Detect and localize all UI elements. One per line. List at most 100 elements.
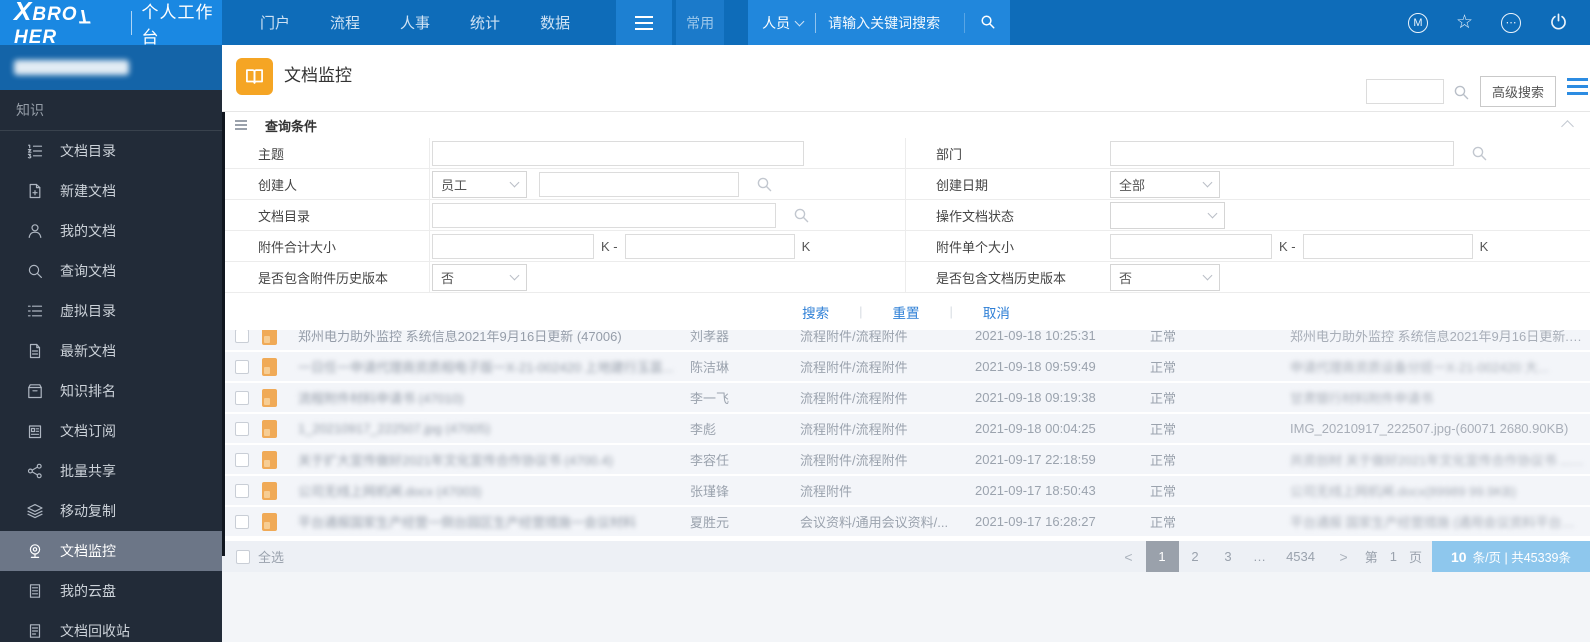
- query-conditions-title: 查询条件: [265, 116, 317, 135]
- doc-history-select[interactable]: 否: [1110, 264, 1220, 291]
- att-single-max-input[interactable]: [1303, 234, 1473, 259]
- table-row[interactable]: 公司无线上网机闸.docx (47003) 张瑾锋 流程附件 2021-09-1…: [222, 476, 1590, 505]
- create-date-select[interactable]: 全部: [1110, 171, 1220, 198]
- global-search-input[interactable]: 请输入关键词搜索: [828, 13, 948, 33]
- view-options-icon[interactable]: [1567, 78, 1588, 95]
- row-checkbox[interactable]: [235, 360, 249, 374]
- page-jump-number[interactable]: 1: [1390, 549, 1397, 564]
- doc-dir-search-icon[interactable]: [792, 206, 810, 224]
- doc-attachment: 郑州电力助外监控 系统信息2021年9月16日更新.xlsx(...: [1290, 330, 1590, 345]
- att-total-max-input[interactable]: [625, 234, 795, 259]
- doc-title[interactable]: 关于扩大宣传做好2021年文化宣传合作协议书 (4700.4): [298, 450, 690, 469]
- row-checkbox[interactable]: [235, 453, 249, 467]
- search-button[interactable]: 搜索: [802, 302, 829, 322]
- row-checkbox[interactable]: [235, 515, 249, 529]
- collapse-chevron-icon[interactable]: [1561, 120, 1574, 133]
- chevron-down-icon: [1203, 271, 1213, 281]
- table-row[interactable]: 郑州电力助外监控 系统信息2021年9月16日更新 (47006) 刘孝器 流程…: [222, 330, 1590, 350]
- power-icon[interactable]: [1549, 12, 1568, 34]
- subject-input[interactable]: [432, 141, 804, 166]
- page-button-3[interactable]: 3: [1212, 541, 1245, 572]
- common-menu-button[interactable]: 常用: [676, 0, 724, 45]
- doc-status-select[interactable]: [1110, 202, 1225, 229]
- sidebar-item-虚拟目录[interactable]: 虚拟目录: [0, 291, 222, 331]
- search-icon: [979, 13, 996, 33]
- m-badge-icon[interactable]: M: [1408, 13, 1428, 33]
- creator-input[interactable]: [539, 172, 739, 197]
- row-checkbox[interactable]: [235, 484, 249, 498]
- doc-dir-input[interactable]: [432, 203, 776, 228]
- cancel-button[interactable]: 取消: [983, 302, 1010, 322]
- search-category-dropdown[interactable]: 人员: [762, 13, 803, 33]
- sidebar-item-新建文档[interactable]: 新建文档: [0, 171, 222, 211]
- att-history-select[interactable]: 否: [432, 264, 527, 291]
- apps-menu-button[interactable]: [616, 0, 672, 45]
- nav-item-stats[interactable]: 统计: [450, 0, 520, 45]
- sidebar-item-label: 文档回收站: [60, 621, 130, 641]
- nav-item-portal[interactable]: 门户: [240, 0, 310, 45]
- table-row[interactable]: 关于扩大宣传做好2021年文化宣传合作协议书 (4700.4) 李容任 流程附件…: [222, 445, 1590, 474]
- prev-page-button[interactable]: <: [1111, 549, 1145, 565]
- sidebar-item-批量共享[interactable]: 批量共享: [0, 451, 222, 491]
- per-page-selector[interactable]: 10 条/页 | 共45339条: [1432, 541, 1590, 572]
- favorite-star-icon[interactable]: ☆: [1456, 13, 1473, 32]
- creator-type-select[interactable]: 员工: [432, 171, 527, 198]
- quick-search-input[interactable]: [1366, 79, 1444, 104]
- sidebar-item-文档回收站[interactable]: 文档回收站: [0, 611, 222, 642]
- select-all-checkbox[interactable]: [236, 550, 250, 564]
- range-separator: -: [613, 239, 617, 254]
- sidebar-item-移动复制[interactable]: 移动复制: [0, 491, 222, 531]
- doc-date: 2021-09-17 22:18:59: [975, 452, 1150, 467]
- doc-attachment: IMG_20210917_222507.jpg-(60071 2680.90KB…: [1290, 421, 1590, 436]
- doc-title[interactable]: 一日任一申请代理商资质相电子版一X-21-002420 上地建行玉昙...: [298, 357, 690, 376]
- sidebar-item-我的文档[interactable]: 我的文档: [0, 211, 222, 251]
- row-checkbox[interactable]: [235, 422, 249, 436]
- sidebar-item-文档订阅[interactable]: 文档订阅: [0, 411, 222, 451]
- topbar-right-icons: M ☆ ⋯: [1408, 0, 1590, 45]
- table-row[interactable]: 一日任一申请代理商资质相电子版一X-21-002420 上地建行玉昙... 陈洁…: [222, 352, 1590, 381]
- doc-title[interactable]: 1_20210917_222507.jpg (47005): [298, 421, 690, 436]
- sidebar-item-文档监控[interactable]: 文档监控: [0, 531, 222, 571]
- doc-title[interactable]: 平台通报国家生产经营一倒台园区生产经营措施一会议材料: [298, 512, 690, 531]
- reset-button[interactable]: 重置: [893, 302, 920, 322]
- sidebar-scrollbar[interactable]: [222, 112, 225, 556]
- advanced-search-button[interactable]: 高级搜索: [1480, 76, 1556, 107]
- doc-category: 流程附件: [800, 481, 975, 500]
- row-checkbox[interactable]: [235, 330, 249, 343]
- nav-item-hr[interactable]: 人事: [380, 0, 450, 45]
- sidebar-item-我的云盘[interactable]: 我的云盘: [0, 571, 222, 611]
- global-search-button[interactable]: [964, 13, 996, 33]
- doc-category: 流程附件/流程附件: [800, 357, 975, 376]
- sidebar-user[interactable]: [0, 45, 222, 90]
- more-circle-icon[interactable]: ⋯: [1501, 13, 1521, 33]
- app-logo[interactable]: XXBROTHERBROTHER 个人工作台: [0, 0, 222, 45]
- att-total-min-input[interactable]: [432, 234, 594, 259]
- page-header: 文档监控 高级搜索: [222, 45, 1590, 112]
- user-name-redacted: [14, 60, 129, 75]
- table-row[interactable]: 1_20210917_222507.jpg (47005) 李彪 流程附件/流程…: [222, 414, 1590, 443]
- table-row[interactable]: 平台通报国家生产经营一倒台园区生产经营措施一会议材料 夏胜元 会议资料/通用会议…: [222, 507, 1590, 536]
- page-button-2[interactable]: 2: [1179, 541, 1212, 572]
- nav-item-data[interactable]: 数据: [520, 0, 590, 45]
- doc-title[interactable]: 郑州电力助外监控 系统信息2021年9月16日更新 (47006): [298, 330, 690, 345]
- page-button-1[interactable]: 1: [1146, 541, 1179, 572]
- table-row[interactable]: 流程附件材料申请书 (47010) 李一飞 流程附件/流程附件 2021-09-…: [222, 383, 1590, 412]
- sidebar-item-知识排名[interactable]: 知识排名: [0, 371, 222, 411]
- nav-item-process[interactable]: 流程: [310, 0, 380, 45]
- dept-search-icon[interactable]: [1470, 144, 1488, 162]
- row-checkbox[interactable]: [235, 391, 249, 405]
- doc-date: 2021-09-18 10:25:31: [975, 330, 1150, 343]
- quick-search-icon[interactable]: [1452, 83, 1470, 101]
- sidebar-item-查询文档[interactable]: 查询文档: [0, 251, 222, 291]
- creator-search-icon[interactable]: [755, 175, 773, 193]
- sidebar-item-文档目录[interactable]: 文档目录: [0, 131, 222, 171]
- file-icon: [262, 330, 277, 345]
- att-single-min-input[interactable]: [1110, 234, 1272, 259]
- next-page-button[interactable]: >: [1327, 549, 1361, 565]
- doc-history-label: 是否包含文档历史版本: [905, 262, 1108, 292]
- page-button-last[interactable]: 4534: [1275, 541, 1327, 572]
- doc-title[interactable]: 公司无线上网机闸.docx (47003): [298, 481, 690, 500]
- doc-title[interactable]: 流程附件材料申请书 (47010): [298, 388, 690, 407]
- dept-input[interactable]: [1110, 141, 1454, 166]
- sidebar-item-最新文档[interactable]: 最新文档: [0, 331, 222, 371]
